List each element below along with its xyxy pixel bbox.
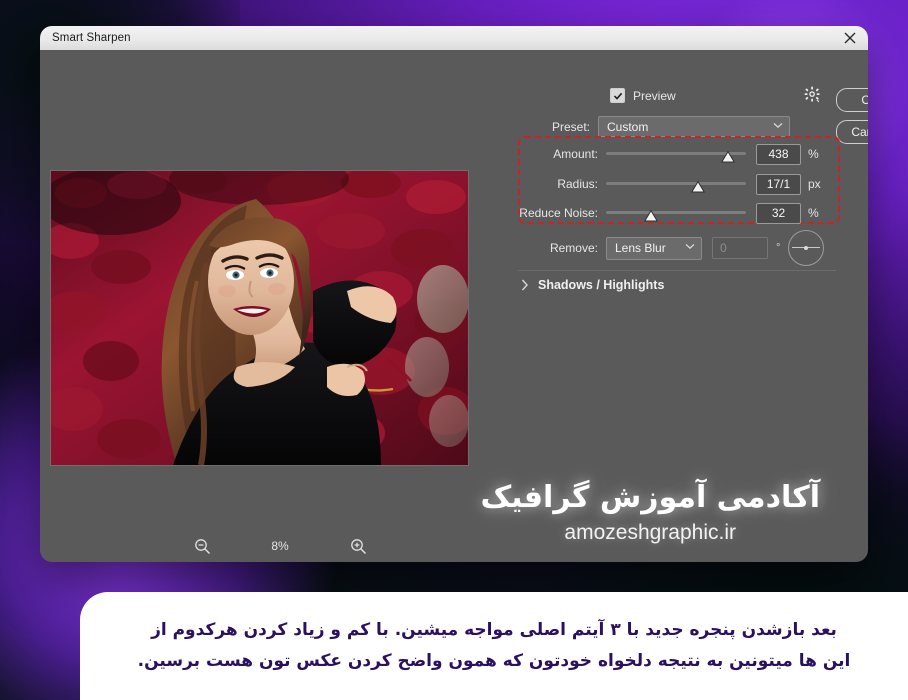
caption-box: بعد بازشدن پنجره جدید با ۳ آیتم اصلی موا…: [80, 592, 908, 700]
watermark-persian: آکادمی آموزش گرافیک: [480, 480, 820, 515]
chevron-right-icon: [518, 278, 532, 292]
preview-checkbox-row: Preview: [610, 88, 676, 103]
ok-button[interactable]: OK: [836, 88, 868, 112]
remove-label: Remove:: [549, 241, 598, 255]
zoom-level: 8%: [271, 539, 289, 553]
zoom-out-icon[interactable]: [190, 534, 214, 558]
dialog-titlebar: Smart Sharpen: [40, 26, 868, 50]
angle-unit: °: [776, 242, 781, 254]
remove-value: Lens Blur: [615, 241, 666, 255]
controls-panel: Preview O Ca Preset: Custom Amount: 438 …: [510, 64, 868, 334]
preset-label: Preset:: [551, 119, 590, 134]
chevron-down-icon: [685, 243, 695, 249]
chevron-down-icon: [773, 122, 783, 129]
shadows-highlights-label: Shadows / Highlights: [538, 278, 665, 292]
watermark-site: amozeshgraphic.ir: [564, 521, 737, 544]
zoom-controls: 8%: [190, 532, 370, 560]
radius-thumb[interactable]: [691, 181, 706, 193]
amount-value: 438: [768, 147, 789, 161]
radius-label: Radius:: [557, 177, 598, 191]
watermark: آکادمی آموزش گرافیک amozeshgraphic.ir: [480, 480, 820, 545]
amount-unit: %: [808, 147, 819, 161]
amount-slider[interactable]: [606, 145, 746, 163]
angle-value: 0: [720, 241, 727, 255]
radius-track: [606, 182, 746, 185]
radius-value-input[interactable]: 17/1: [756, 173, 801, 195]
zoom-in-icon[interactable]: [346, 534, 370, 558]
close-icon[interactable]: [840, 28, 860, 48]
reduce-noise-slider[interactable]: [606, 204, 746, 222]
dialog-title: Smart Sharpen: [52, 32, 131, 44]
amount-slider-row: Amount: 438 %: [510, 143, 824, 165]
radius-value: 17/1: [766, 177, 791, 191]
section-separator: [518, 270, 836, 271]
gear-icon[interactable]: [804, 86, 824, 106]
preset-value: Custom: [607, 119, 649, 134]
preset-dropdown[interactable]: Custom: [598, 116, 790, 137]
screenshot-stage: Smart Sharpen 8% آکادمی آموزش گرافیک amo…: [0, 0, 908, 700]
caption-line-2: این ها میتونین به نتیجه دلخواه خودتون که…: [137, 651, 851, 671]
radius-slider[interactable]: [606, 175, 746, 193]
preview-checkbox[interactable]: [610, 88, 625, 103]
preview-photo: [51, 171, 468, 465]
reduce-noise-track: [606, 211, 746, 214]
reduce-noise-label: Reduce Noise:: [519, 206, 598, 220]
remove-dropdown[interactable]: Lens Blur: [606, 236, 702, 260]
cancel-button[interactable]: Cancel: [836, 120, 868, 144]
preview-checkbox-label: Preview: [633, 88, 676, 103]
reduce-noise-slider-row: Reduce Noise: 32 %: [510, 202, 824, 224]
remove-row: Remove: Lens Blur 0 °: [510, 230, 825, 266]
preset-row: Preset: Custom: [510, 116, 810, 137]
reduce-noise-unit: %: [808, 206, 819, 220]
smart-sharpen-dialog: Smart Sharpen 8% آکادمی آموزش گرافیک amo…: [40, 26, 868, 562]
reduce-noise-value: 32: [771, 206, 786, 220]
radius-unit: px: [808, 177, 821, 191]
caption-line-1: بعد بازشدن پنجره جدید با ۳ آیتم اصلی موا…: [151, 619, 837, 640]
reduce-noise-thumb[interactable]: [643, 210, 658, 222]
angle-input[interactable]: 0: [712, 237, 768, 259]
dialog-body: 8% آکادمی آموزش گرافیک amozeshgraphic.ir: [40, 50, 868, 562]
image-preview[interactable]: [50, 170, 469, 466]
angle-dial-hub: [804, 246, 809, 250]
shadows-highlights-section[interactable]: Shadows / Highlights: [518, 278, 664, 292]
radius-slider-row: Radius: 17/1 px: [510, 173, 824, 195]
angle-dial[interactable]: [788, 230, 825, 266]
amount-value-input[interactable]: 438: [756, 143, 801, 165]
amount-thumb[interactable]: [720, 151, 735, 163]
amount-label: Amount:: [553, 147, 598, 161]
reduce-noise-value-input[interactable]: 32: [756, 202, 801, 224]
